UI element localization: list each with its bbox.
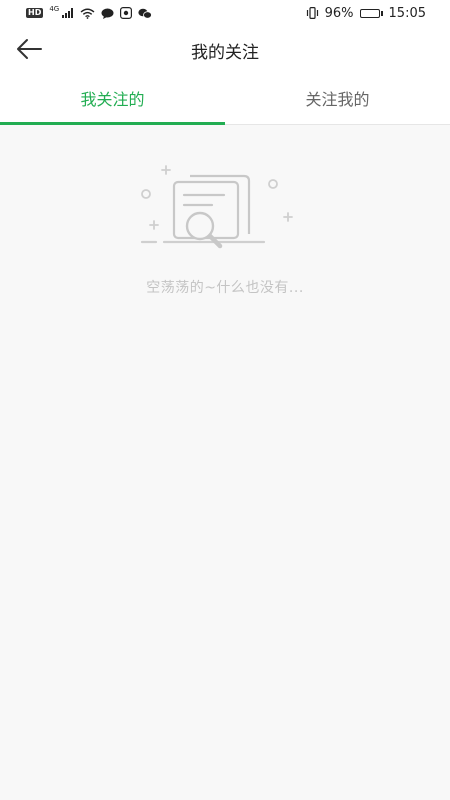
- message-icon: [101, 8, 114, 19]
- tab-followers[interactable]: 关注我的: [225, 72, 450, 124]
- network-type-label: 4G: [49, 5, 60, 13]
- page-title: 我的关注: [191, 43, 259, 63]
- battery-percent: 96%: [324, 5, 354, 21]
- empty-document-search-icon: [140, 165, 293, 249]
- wechat-icon: [138, 8, 153, 19]
- app-header: 我的关注: [0, 26, 450, 72]
- signal-icon: [62, 8, 74, 18]
- battery-icon: [359, 8, 383, 18]
- tab-active-indicator: [0, 122, 225, 125]
- status-right: 96% 15:05: [306, 6, 426, 21]
- tab-followers-label: 关注我的: [305, 90, 370, 109]
- app-notification-icon: [120, 7, 133, 19]
- status-bar: HD 4G 96% 15:05: [0, 0, 450, 26]
- tab-following-label: 我关注的: [80, 90, 145, 109]
- tab-following[interactable]: 我关注的: [0, 72, 225, 125]
- status-left: HD 4G: [26, 5, 153, 19]
- status-time: 15:05: [388, 5, 426, 21]
- hd-badge: HD: [26, 8, 44, 18]
- empty-state: 空荡荡的~什么也没有...: [0, 160, 450, 297]
- empty-message: 空荡荡的~什么也没有...: [146, 280, 304, 296]
- wifi-icon: [80, 8, 95, 19]
- vibrate-icon: [306, 7, 318, 19]
- tab-bar: 我关注的 关注我的: [0, 72, 450, 125]
